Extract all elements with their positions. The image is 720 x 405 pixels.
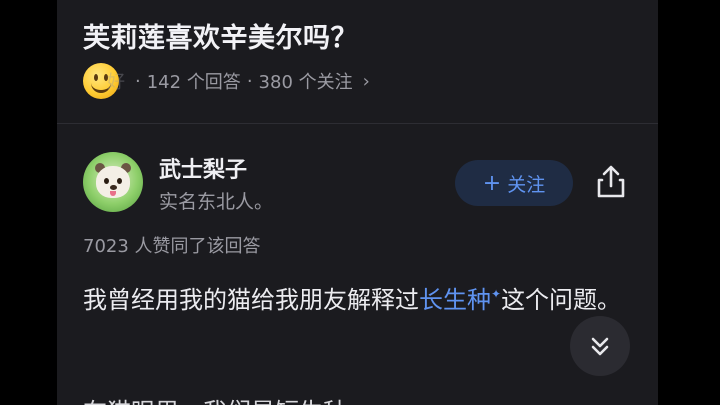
follow-button[interactable]: + 关注 [455,160,573,206]
divider [57,123,658,124]
avatar[interactable] [83,152,143,212]
left-letterbox [0,0,57,405]
body-text-after: 这个问题。 [501,286,622,314]
question-meta[interactable]: 好 · 142 个回答 · 380 个关注 › [83,63,370,99]
meta-separator: · [246,70,253,92]
chevron-double-down-icon[interactable] [570,316,630,376]
agree-count: 7023 人赞同了该回答 [83,236,261,257]
author-name[interactable]: 武士梨子 [159,152,247,184]
app-screen: 芙莉莲喜欢辛美尔吗？ 好 · 142 个回答 · 380 个关注 › 武士梨子 … [57,0,658,405]
body-text-before: 我曾经用我的猫给我朋友解释过 [83,286,419,314]
chevron-right-icon[interactable]: › [363,71,370,92]
share-icon[interactable] [591,162,631,202]
answers-count: 142 个回答 [146,72,241,93]
answer-body: 我曾经用我的猫给我朋友解释过长生种✦这个问题。 [83,279,623,322]
author-bio: 实名东北人。 [159,191,274,213]
sparkle-icon: ✦ [491,287,502,301]
meta-prefix: 好 [107,72,125,93]
follow-label: 关注 [507,173,546,196]
right-letterbox [658,0,720,405]
plus-icon: + [482,170,502,196]
followers-count: 380 个关注 [258,72,353,93]
question-title[interactable]: 芙莉莲喜欢辛美尔吗？ [83,16,358,55]
answer-next-line: 在猫眼里，我们是短生种 [83,392,383,405]
meta-separator: · [135,70,141,92]
keyword-link[interactable]: 长生种 [419,286,491,314]
